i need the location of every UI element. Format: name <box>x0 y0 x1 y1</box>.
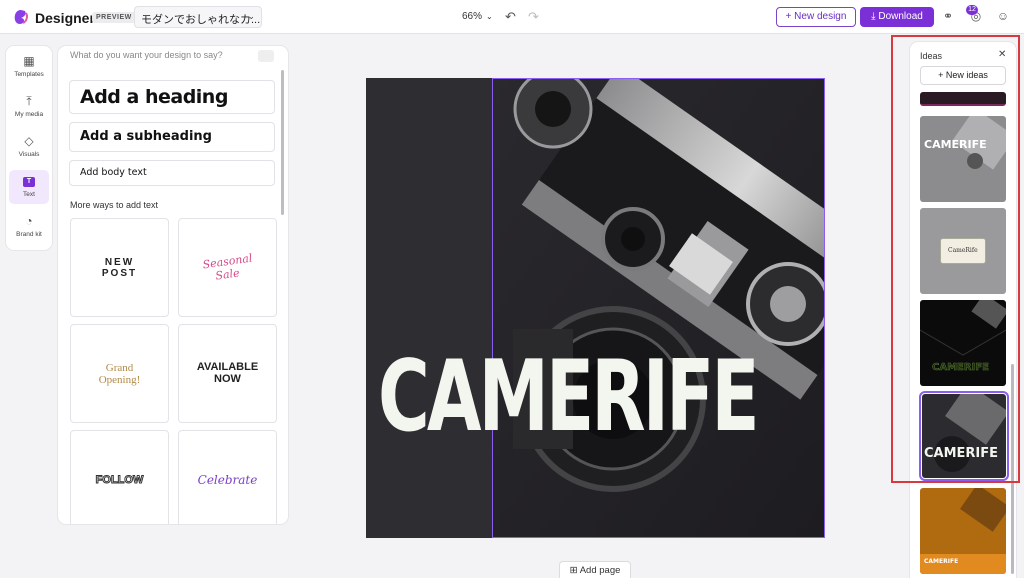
text-style-card-celebrate[interactable]: Celebrate <box>178 430 277 524</box>
text-icon: T <box>23 177 35 187</box>
chevron-down-icon: ⌄ <box>247 11 255 21</box>
card-text: Celebrate <box>197 473 258 487</box>
card-text: POST <box>101 268 138 279</box>
top-bar: Designer PREVIEW モダンでおしゃれなカ... ⌄ 66% ⌄ ↶ … <box>0 0 1024 34</box>
text-style-card-available-now[interactable]: AVAILABLE NOW <box>178 324 277 423</box>
text-style-card-grand-opening[interactable]: Grand Opening! <box>70 324 169 423</box>
app-name: Designer <box>35 10 95 26</box>
camera-image <box>493 79 824 537</box>
download-button[interactable]: ⤓ Download <box>860 7 934 27</box>
card-text: NEW <box>104 257 135 268</box>
rail-item-label: Visuals <box>18 151 40 158</box>
thumbnail-caption: CAMERIFE <box>924 558 959 565</box>
camera-photo[interactable] <box>492 78 825 538</box>
notification-count: 12 <box>966 5 978 15</box>
templates-icon: ▦ <box>23 54 35 68</box>
rail-item-label: Templates <box>14 71 44 78</box>
card-text: Grand <box>105 362 134 374</box>
zoom-level: 66% <box>462 11 483 22</box>
rail-item-templates[interactable]: ▦ Templates <box>9 50 49 84</box>
download-label: Download <box>878 11 923 22</box>
text-style-card-new-post[interactable]: NEW POST <box>70 218 169 317</box>
add-page-label: Add page <box>579 565 621 576</box>
text-prompt-placeholder: What do you want your design to say? <box>70 50 223 60</box>
text-panel-scrollbar[interactable] <box>281 70 284 215</box>
add-subheading-button[interactable]: Add a subheading <box>69 122 275 152</box>
send-icon[interactable] <box>258 50 274 62</box>
card-text: Opening! <box>98 374 141 386</box>
text-prompt-input[interactable]: What do you want your design to say? <box>70 50 278 66</box>
rail-item-label: My media <box>14 111 44 118</box>
download-icon: ⤓ <box>871 11 876 22</box>
document-title-dropdown[interactable]: モダンでおしゃれなカ... ⌄ <box>134 6 262 28</box>
more-ways-heading: More ways to add text <box>70 200 159 210</box>
designer-logo-icon <box>14 10 28 24</box>
card-text: AVAILABLE <box>196 361 259 373</box>
card-text: FOLLOW <box>95 474 144 487</box>
left-rail: ▦ Templates ⤒ My media ◇ Visuals T Text … <box>6 46 52 250</box>
shapes-icon: ◇ <box>24 134 34 148</box>
undo-icon[interactable]: ↶ <box>505 9 516 25</box>
zoom-dropdown[interactable]: 66% ⌄ <box>462 11 493 22</box>
ideas-highlight-box <box>891 35 1020 483</box>
add-heading-button[interactable]: Add a heading <box>69 80 275 114</box>
add-page-icon: ⊞ <box>569 565 578 576</box>
text-style-card-follow[interactable]: FOLLOW <box>70 430 169 524</box>
idea-thumbnail[interactable]: CAMERIFE <box>920 488 1006 574</box>
rail-item-text[interactable]: T Text <box>9 170 49 204</box>
text-panel: What do you want your design to say? Add… <box>58 46 288 524</box>
upload-icon: ⤒ <box>26 94 32 108</box>
canvas-headline[interactable]: CAMERIFE <box>378 348 760 446</box>
plus-icon: + <box>785 11 792 22</box>
account-icon[interactable]: ☺ <box>995 9 1011 25</box>
rail-item-label: Brand kit <box>16 231 42 238</box>
redo-icon[interactable]: ↷ <box>528 9 539 25</box>
card-text: NOW <box>214 373 241 385</box>
preview-badge: PREVIEW <box>92 12 136 23</box>
rail-item-my-media[interactable]: ⤒ My media <box>9 90 49 124</box>
document-title: モダンでおしゃれなカ... <box>141 14 261 26</box>
rail-item-visuals[interactable]: ◇ Visuals <box>9 130 49 164</box>
new-design-button[interactable]: + New design <box>776 7 856 27</box>
add-page-button[interactable]: ⊞ Add page <box>559 561 631 578</box>
add-body-text-button[interactable]: Add body text <box>69 160 275 186</box>
palette-icon: ◔ <box>25 214 33 228</box>
rail-item-brand-kit[interactable]: ◔ Brand kit <box>9 210 49 244</box>
new-design-label: New design <box>794 11 847 22</box>
chevron-down-icon: ⌄ <box>486 12 493 21</box>
text-style-card-seasonal-sale[interactable]: Seasonal Sale <box>178 218 277 317</box>
share-link-icon[interactable]: ⚭ <box>940 9 956 25</box>
rail-item-label: Text <box>23 191 35 198</box>
